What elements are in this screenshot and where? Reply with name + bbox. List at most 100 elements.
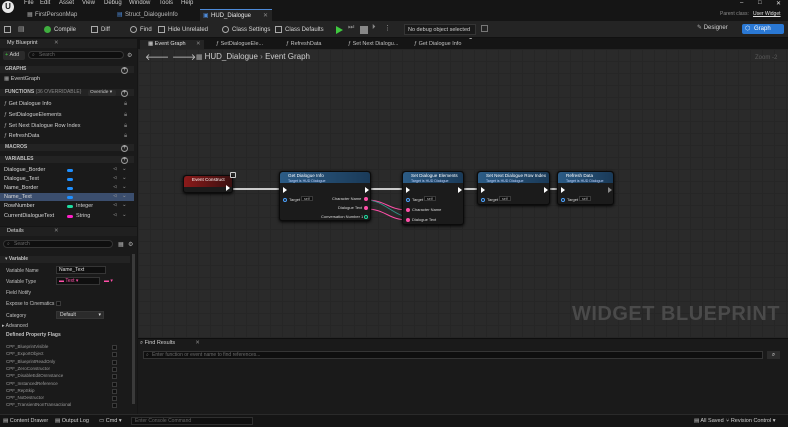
output-log-button[interactable]: ▤ Output Log [55, 418, 89, 424]
menu-help[interactable]: Help [181, 0, 193, 6]
menu-edit[interactable]: Edit [40, 0, 50, 6]
class-defaults-button[interactable]: Class Defaults [275, 26, 324, 35]
tab-hud-dialogue[interactable]: ▣ HUD_Dialogue ✕ [200, 9, 272, 21]
function-item[interactable]: ƒ Get Dialogue Info [4, 101, 51, 107]
scrollbar[interactable] [132, 254, 135, 404]
node-event-construct[interactable]: Event Construct [183, 175, 233, 193]
details-search[interactable]: ⌕ Search [3, 240, 113, 248]
character-name-pin[interactable] [406, 208, 410, 212]
close-panel-icon[interactable]: ✕ [54, 39, 59, 48]
find-results-tab[interactable]: ⌕ Find Results ✕ [140, 340, 200, 348]
menu-debug[interactable]: Debug [104, 0, 122, 6]
property-flag-checkbox[interactable] [112, 352, 117, 358]
unreal-logo-icon[interactable]: U [2, 1, 14, 13]
graph-mode-button[interactable]: ⬡ Graph [742, 24, 784, 34]
property-flag-checkbox[interactable] [112, 396, 117, 402]
self-value[interactable]: self [301, 196, 313, 201]
tab-event-graph[interactable]: ▦ Event Graph ✕ [140, 40, 204, 49]
variable-name-input[interactable]: Name_Text [56, 266, 106, 274]
exec-in-pin[interactable] [283, 187, 287, 193]
add-macro-icon[interactable]: + [121, 145, 128, 152]
expand-icon[interactable]: ⌄ [122, 202, 127, 208]
details-tab[interactable]: Details ✕ [0, 227, 137, 236]
expand-icon[interactable]: ⌄ [122, 193, 127, 199]
content-drawer-button[interactable]: ▤ Content Drawer [3, 418, 48, 424]
variable-type-dropdown[interactable]: ▬ Text ▾ [56, 277, 100, 285]
minimize-icon[interactable]: – [740, 0, 743, 6]
variable-row[interactable]: Dialogue_Border ⏿ ⌄ [0, 166, 134, 174]
self-value[interactable]: self [579, 196, 591, 201]
play-icon[interactable] [336, 26, 343, 34]
node-get-dialogue-info[interactable]: Get Dialogue Info Target is HUD Dialogue … [279, 171, 371, 221]
close-panel-icon[interactable]: ✕ [195, 340, 200, 346]
add-graph-icon[interactable]: + [121, 67, 128, 74]
variable-row[interactable]: RowNumber Integer ⏿ ⌄ [0, 202, 134, 210]
visibility-eye-icon[interactable]: ⏿ [113, 175, 117, 182]
tab-setdialogueelements[interactable]: ƒ SetDialogueEle... [208, 40, 276, 49]
hide-unrelated-button[interactable]: Hide Unrelated [158, 26, 208, 35]
close-window-icon[interactable]: ✕ [776, 0, 781, 7]
gear-icon[interactable]: ⚙ [128, 241, 133, 248]
visibility-eye-icon[interactable]: ⏿ [113, 212, 117, 219]
character-name-pin[interactable] [364, 197, 368, 201]
advanced-toggle[interactable]: ▸ Advanced [2, 323, 28, 329]
find-button[interactable]: Find [130, 26, 152, 35]
visibility-eye-icon[interactable]: ⏿ [113, 202, 117, 209]
compile-button[interactable]: Compile [44, 26, 76, 35]
visibility-eye-icon[interactable]: ⏿ [113, 193, 117, 200]
graphs-header[interactable]: GRAPHS [0, 66, 134, 73]
visibility-eye-icon[interactable]: ⏿ [113, 184, 117, 191]
close-tab-icon[interactable]: ✕ [196, 40, 201, 49]
parent-class-link[interactable]: User Widget [753, 11, 781, 17]
conversation-number-pin[interactable] [364, 215, 368, 219]
graph-item-eventgraph[interactable]: ▦ EventGraph [4, 76, 40, 82]
add-button[interactable]: + Add [3, 51, 25, 60]
menu-window[interactable]: Window [129, 0, 150, 6]
property-flag-checkbox[interactable] [112, 366, 117, 372]
browse-icon[interactable]: ▤ [18, 25, 25, 33]
variable-row[interactable]: Name_Border ⏿ ⌄ [0, 184, 134, 192]
all-saved-button[interactable]: ▤ All Saved [694, 418, 724, 424]
exec-out-pin[interactable] [544, 187, 548, 193]
more-options-icon[interactable]: ⋮ [384, 24, 392, 32]
breadcrumb-blueprint[interactable]: HUD_Dialogue [205, 52, 258, 61]
add-variable-icon[interactable]: + [121, 157, 128, 164]
my-blueprint-search[interactable]: ⌕ Search [28, 51, 124, 59]
target-pin[interactable] [481, 198, 485, 202]
tab-firstpersonmap[interactable]: ▦ FirstPersonMap [24, 9, 104, 21]
target-pin[interactable] [283, 198, 287, 202]
tab-struct-dialogueinfo[interactable]: ▤ Struct_DialogueInfo [114, 9, 204, 21]
expose-cinematics-checkbox[interactable] [56, 301, 61, 306]
save-icon[interactable] [4, 26, 11, 33]
console-input[interactable]: Enter Console Command [131, 417, 253, 425]
exec-out-pin[interactable] [365, 187, 369, 193]
expand-icon[interactable]: ⌄ [122, 184, 127, 190]
class-settings-button[interactable]: Class Settings [222, 26, 270, 35]
step-icon[interactable]: ⏭ [348, 24, 356, 32]
add-function-icon[interactable]: + [121, 90, 128, 97]
visibility-eye-icon[interactable]: ⏿ [113, 166, 117, 173]
exec-in-pin[interactable] [406, 187, 410, 193]
dialogue-text-pin[interactable] [364, 206, 368, 210]
exec-in-pin[interactable] [561, 187, 565, 193]
menu-file[interactable]: File [24, 0, 34, 6]
property-flag-checkbox[interactable] [112, 403, 117, 409]
graph-canvas[interactable]: Event Construct Get Dialogue Info Target … [138, 49, 788, 338]
menu-view[interactable]: View [82, 0, 95, 6]
menu-tools[interactable]: Tools [159, 0, 173, 6]
node-set-dialogue-elements[interactable]: Set Dialogue Elements Target is HUD Dialo… [402, 171, 464, 225]
my-blueprint-tab[interactable]: My Blueprint ✕ [0, 39, 137, 48]
function-item[interactable]: ƒ SetDialogueElements [4, 112, 62, 118]
variable-section-header[interactable]: ▾ Variable [0, 256, 130, 263]
binoculars-icon[interactable]: ⌕ [767, 351, 780, 359]
gear-icon[interactable]: ⚙ [127, 52, 132, 59]
target-pin[interactable] [406, 198, 410, 202]
variables-header[interactable]: VARIABLES [0, 156, 134, 163]
tab-setnextdialogue[interactable]: ƒ Set Next Dialogu... [340, 40, 410, 49]
expand-icon[interactable]: ⌄ [122, 175, 127, 181]
find-results-input[interactable]: ⌕ Enter function or event name to find re… [143, 351, 763, 359]
debug-locate-icon[interactable] [481, 25, 488, 32]
revision-control-button[interactable]: ⑂ Revision Control ▾ [726, 418, 775, 424]
macros-header[interactable]: MACROS [0, 144, 134, 151]
self-value[interactable]: self [424, 196, 436, 201]
